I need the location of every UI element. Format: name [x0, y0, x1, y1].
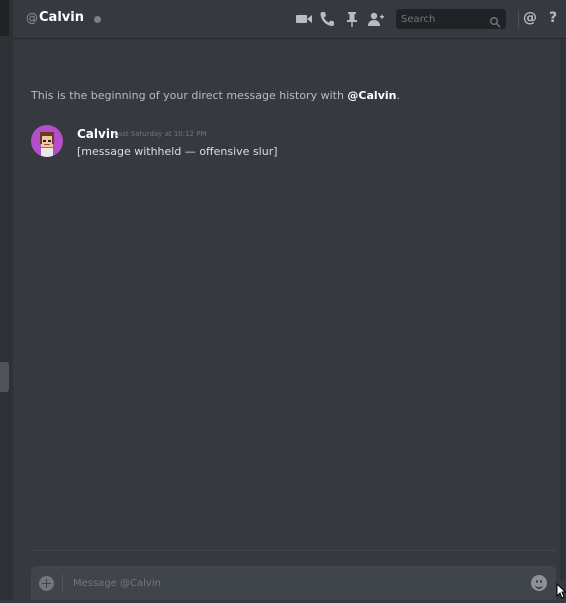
sidebar-scroll-thumb[interactable] [0, 362, 9, 392]
mentions-button[interactable]: @ [523, 10, 537, 26]
notice-text: This is the beginning of your direct mes… [31, 89, 348, 102]
add-friend-icon[interactable] [367, 10, 385, 28]
at-symbol: @ [26, 11, 38, 25]
search-input[interactable] [396, 9, 489, 29]
avatar[interactable] [31, 125, 63, 157]
message-input[interactable] [68, 573, 523, 593]
message-scrollbar[interactable] [560, 40, 565, 580]
message-composer [31, 566, 556, 600]
voice-call-icon[interactable] [318, 10, 336, 28]
status-offline-icon [94, 16, 101, 23]
upload-plus-icon[interactable] [39, 576, 54, 591]
composer-separator [62, 574, 63, 593]
channel-sidebar-edge [0, 0, 13, 600]
video-call-icon[interactable] [295, 10, 313, 28]
header-divider [518, 11, 519, 28]
emoji-picker-icon[interactable] [531, 575, 547, 591]
message-timestamp: Last Saturday at 10:12 PM [114, 130, 207, 138]
message-author[interactable]: Calvin [77, 127, 119, 141]
help-button[interactable]: ? [549, 10, 557, 26]
composer-divider [31, 550, 556, 551]
pin-icon[interactable] [343, 10, 361, 28]
notice-period: . [396, 89, 400, 102]
sidebar-top-edge [0, 0, 9, 36]
mouse-cursor-icon [556, 582, 566, 599]
notice-mention[interactable]: @Calvin [347, 89, 396, 102]
search-box[interactable] [396, 9, 506, 29]
dm-header: @ Calvin @ ? [13, 0, 566, 38]
message-content: [message withheld — offensive slur] [77, 145, 278, 158]
recipient-name[interactable]: Calvin [39, 10, 84, 25]
dm-beginning-notice: This is the beginning of your direct mes… [31, 89, 400, 102]
search-icon[interactable] [489, 13, 501, 28]
